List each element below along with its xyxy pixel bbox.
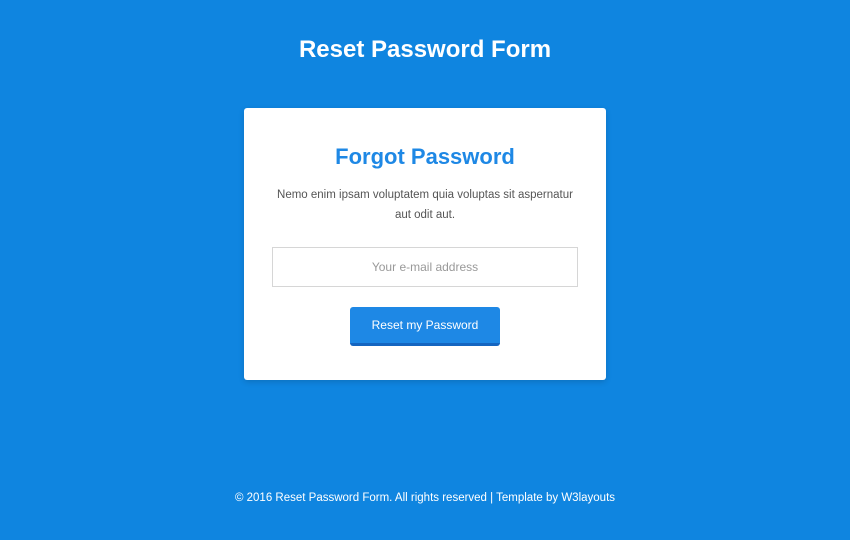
- footer-link[interactable]: W3layouts: [561, 492, 615, 504]
- forgot-password-card: Forgot Password Nemo enim ipsam voluptat…: [244, 108, 606, 380]
- page-title: Reset Password Form: [299, 36, 551, 64]
- footer-copyright: © 2016 Reset Password Form. All rights r…: [235, 492, 561, 504]
- reset-password-button[interactable]: Reset my Password: [350, 307, 501, 346]
- card-description: Nemo enim ipsam voluptatem quia voluptas…: [272, 186, 578, 225]
- footer: © 2016 Reset Password Form. All rights r…: [0, 492, 850, 504]
- email-input[interactable]: [272, 247, 578, 287]
- card-title: Forgot Password: [272, 144, 578, 170]
